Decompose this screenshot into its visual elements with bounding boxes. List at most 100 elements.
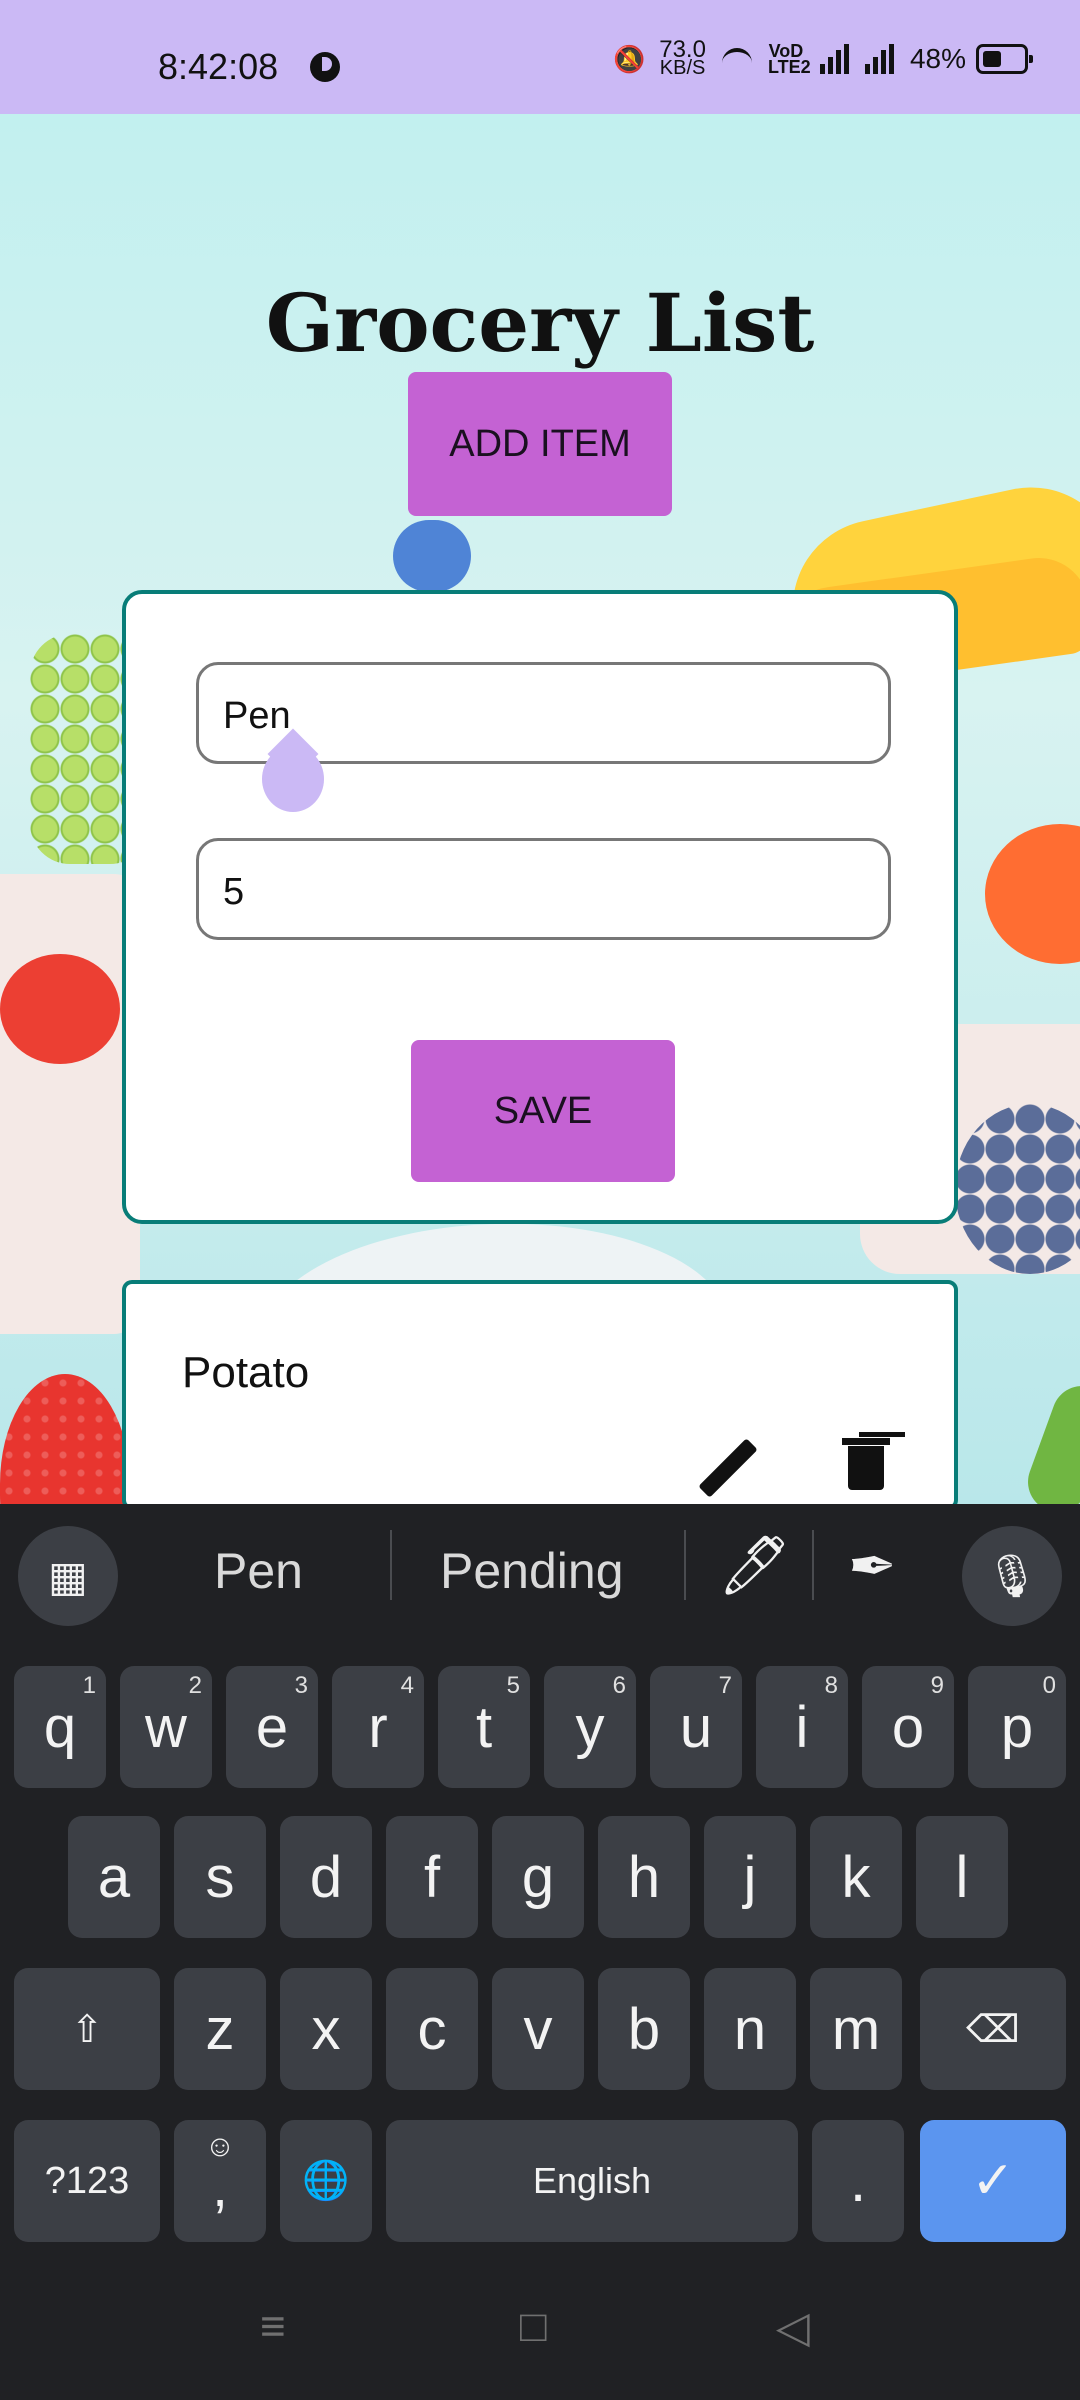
keyboard-row-2: a s d f g h j k l <box>0 1816 1080 1938</box>
tomato-illustration <box>0 954 120 1064</box>
strawberry-illustration <box>0 1374 130 1504</box>
key-d[interactable]: d <box>280 1816 372 1938</box>
key-hint: 0 <box>1042 1672 1056 1699</box>
key-hint: 8 <box>824 1672 838 1699</box>
edit-pencil-icon[interactable] <box>696 1434 754 1492</box>
add-item-button[interactable]: ADD ITEM <box>408 372 672 516</box>
key-hint: 2 <box>188 1672 202 1699</box>
key-h[interactable]: h <box>598 1816 690 1938</box>
network-speed: 73.0 KB/S <box>659 38 706 79</box>
shift-key[interactable]: ⇧ <box>14 1968 160 2090</box>
suggestion-divider <box>812 1530 814 1600</box>
network-type: VoD LTE2 <box>767 41 811 77</box>
suggestion-divider <box>684 1530 686 1600</box>
key-c[interactable]: c <box>386 1968 478 2090</box>
key-n[interactable]: n <box>704 1968 796 2090</box>
key-l[interactable]: l <box>916 1816 1008 1938</box>
key-b[interactable]: b <box>598 1968 690 2090</box>
key-s[interactable]: s <box>174 1816 266 1938</box>
key-a[interactable]: a <box>68 1816 160 1938</box>
symbols-key[interactable]: ?123 <box>14 2120 160 2242</box>
signal-icon <box>864 44 894 74</box>
comma-emoji-key[interactable]: ☺, <box>174 2120 266 2242</box>
home-square-icon[interactable]: □ <box>520 2302 547 2352</box>
basket-illustration <box>0 874 140 1334</box>
key-hint: 3 <box>294 1672 308 1699</box>
fountain-pen-emoji-icon[interactable]: ✒ <box>848 1532 897 1600</box>
network-speed-unit: KB/S <box>659 57 706 79</box>
apps-grid-icon[interactable]: ▦ <box>18 1526 118 1626</box>
key-r[interactable]: r4 <box>332 1666 424 1788</box>
text-cursor-handle[interactable] <box>262 746 324 812</box>
key-z[interactable]: z <box>174 1968 266 2090</box>
system-navigation-bar: ≡ □ ◁ <box>0 2260 1080 2400</box>
key-label: r <box>368 1694 388 1760</box>
status-time: 8:42:08 <box>158 46 279 87</box>
page-title: Grocery List <box>265 275 815 370</box>
comma-label: , <box>212 2155 228 2218</box>
key-label: p <box>1000 1694 1034 1760</box>
grocery-item-name: Potato <box>182 1348 310 1397</box>
microphone-icon[interactable]: 🎙 <box>962 1526 1062 1626</box>
keyboard-suggestion-bar: ▦ Pen Pending 🖊 ✒ 🎙 <box>0 1504 1080 1640</box>
globe-icon[interactable]: 🌐 <box>280 2120 372 2242</box>
key-k[interactable]: k <box>810 1816 902 1938</box>
battery-icon <box>976 44 1033 74</box>
suggestion-pen[interactable]: Pen <box>214 1542 303 1600</box>
key-m[interactable]: m <box>810 1968 902 2090</box>
menu-icon[interactable]: ≡ <box>260 2302 286 2352</box>
keyboard-row-3: ⇧ z x c v b n m ⌫ <box>0 1968 1080 2090</box>
key-q[interactable]: q1 <box>14 1666 106 1788</box>
space-key[interactable]: English <box>386 2120 798 2242</box>
save-button[interactable]: SAVE <box>411 1040 675 1182</box>
key-hint: 7 <box>718 1672 732 1699</box>
key-label: o <box>891 1694 925 1760</box>
key-label: i <box>795 1694 809 1760</box>
delete-trash-icon[interactable] <box>842 1436 890 1492</box>
key-w[interactable]: w2 <box>120 1666 212 1788</box>
key-y[interactable]: y6 <box>544 1666 636 1788</box>
key-label: u <box>679 1694 713 1760</box>
grocery-item-card: Potato <box>122 1280 958 1510</box>
wifi-icon <box>721 44 752 74</box>
keyboard-row-4: ?123 ☺, 🌐 English . ✓ <box>0 2120 1080 2242</box>
key-hint: 9 <box>930 1672 944 1699</box>
silent-bell-icon <box>613 44 645 75</box>
suggestion-divider <box>390 1530 392 1600</box>
status-bar: 8:42:08 73.0 KB/S VoD LTE2 48% <box>0 0 1080 114</box>
key-p[interactable]: p0 <box>968 1666 1066 1788</box>
backspace-key[interactable]: ⌫ <box>920 1968 1066 2090</box>
leaf-illustration <box>1019 1377 1080 1504</box>
status-circle-icon <box>310 52 340 82</box>
key-hint: 1 <box>82 1672 96 1699</box>
key-t[interactable]: t5 <box>438 1666 530 1788</box>
key-label: t <box>475 1694 493 1760</box>
back-triangle-icon[interactable]: ◁ <box>776 2302 810 2353</box>
key-hint: 4 <box>400 1672 414 1699</box>
apple-illustration <box>985 824 1080 964</box>
pen-emoji-icon[interactable]: 🖊 <box>718 1532 792 1600</box>
status-icons: 73.0 KB/S VoD LTE2 48% <box>613 38 1033 80</box>
suggestion-pending[interactable]: Pending <box>440 1542 624 1600</box>
key-g[interactable]: g <box>492 1816 584 1938</box>
key-label: y <box>575 1694 605 1760</box>
battery-status: 48% <box>909 43 1033 75</box>
key-f[interactable]: f <box>386 1816 478 1938</box>
signal-icon <box>819 44 849 74</box>
item-form-card: Pen 5 SAVE <box>122 590 958 1224</box>
enter-check-icon[interactable]: ✓ <box>920 2120 1066 2242</box>
key-u[interactable]: u7 <box>650 1666 742 1788</box>
key-i[interactable]: i8 <box>756 1666 848 1788</box>
key-o[interactable]: o9 <box>862 1666 954 1788</box>
battery-percent: 48% <box>909 43 966 74</box>
key-label: q <box>43 1694 77 1760</box>
key-v[interactable]: v <box>492 1968 584 2090</box>
key-label: w <box>145 1694 187 1760</box>
key-j[interactable]: j <box>704 1816 796 1938</box>
period-key[interactable]: . <box>812 2120 904 2242</box>
quantity-input[interactable]: 5 <box>196 838 891 940</box>
key-hint: 6 <box>612 1672 626 1699</box>
key-e[interactable]: e3 <box>226 1666 318 1788</box>
key-label: e <box>255 1694 289 1760</box>
key-x[interactable]: x <box>280 1968 372 2090</box>
